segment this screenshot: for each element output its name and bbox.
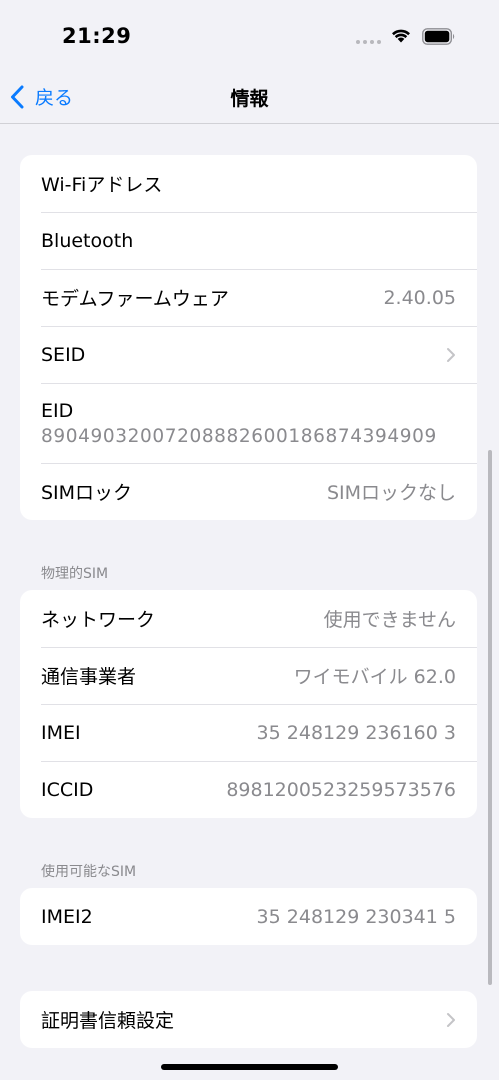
imei-label: IMEI: [41, 721, 81, 744]
iccid-value: 8981200523259573576: [226, 778, 456, 801]
network-row[interactable]: ネットワーク 使用できません: [20, 590, 477, 647]
chevron-right-icon: [447, 347, 455, 362]
cellular-signal-icon: [356, 40, 381, 44]
network-label: ネットワーク: [41, 609, 156, 631]
imei2-value: 35 248129 230341 5: [256, 905, 456, 928]
seid-row[interactable]: SEID: [20, 326, 477, 383]
eid-label: EID: [41, 399, 74, 422]
imei-row[interactable]: IMEI 35 248129 236160 3: [20, 704, 477, 761]
home-indicator[interactable]: [161, 1064, 338, 1070]
carrier-value: ワイモバイル 62.0: [293, 666, 456, 688]
certificate-trust-settings-row[interactable]: 証明書信頼設定: [20, 991, 477, 1048]
physical-sim-group: ネットワーク 使用できません 通信事業者 ワイモバイル 62.0 IMEI 35…: [20, 590, 477, 818]
page-title: 情報: [230, 88, 269, 110]
iccid-row[interactable]: ICCID 8981200523259573576: [20, 761, 477, 818]
bluetooth-row[interactable]: Bluetooth: [20, 212, 477, 269]
navigation-bar: 戻る 情報: [0, 72, 499, 124]
iccid-label: ICCID: [41, 778, 94, 801]
modem-firmware-label: モデムファームウェア: [41, 288, 229, 310]
seid-label: SEID: [41, 343, 86, 366]
status-time: 21:29: [62, 24, 132, 48]
imei2-row[interactable]: IMEI2 35 248129 230341 5: [20, 888, 477, 945]
available-sim-header: 使用可能なSIM: [41, 864, 137, 880]
imei-value: 35 248129 236160 3: [256, 721, 456, 744]
eid-value: 89049032007208882600186874394909: [41, 425, 437, 447]
device-info-group: Wi-Fiアドレス Bluetooth モデムファームウェア 2.40.05 S…: [20, 155, 477, 520]
scrollbar[interactable]: [488, 450, 492, 985]
wifi-icon: [392, 29, 410, 43]
carrier-label: 通信事業者: [41, 666, 137, 688]
sim-lock-value: SIMロックなし: [326, 482, 456, 504]
certificate-trust-settings-label: 証明書信頼設定: [41, 1010, 175, 1032]
chevron-right-icon: [447, 1012, 455, 1027]
sim-lock-row[interactable]: SIMロック SIMロックなし: [20, 463, 477, 520]
modem-firmware-row[interactable]: モデムファームウェア 2.40.05: [20, 269, 477, 326]
physical-sim-header: 物理的SIM: [41, 566, 109, 582]
modem-firmware-value: 2.40.05: [383, 286, 456, 309]
imei2-label: IMEI2: [41, 905, 93, 928]
certificate-group: 証明書信頼設定: [20, 991, 477, 1048]
status-bar: 21:29: [0, 0, 499, 72]
sim-lock-label: SIMロック: [41, 482, 133, 504]
network-value: 使用できません: [323, 609, 456, 631]
eid-row[interactable]: EID 89049032007208882600186874394909: [20, 383, 477, 463]
battery-icon: [422, 28, 455, 45]
carrier-row[interactable]: 通信事業者 ワイモバイル 62.0: [20, 647, 477, 704]
available-sim-group: IMEI2 35 248129 230341 5: [20, 888, 477, 945]
wifi-address-label: Wi-Fiアドレス: [41, 174, 163, 196]
wifi-address-row[interactable]: Wi-Fiアドレス: [20, 155, 477, 212]
bluetooth-label: Bluetooth: [41, 229, 134, 252]
